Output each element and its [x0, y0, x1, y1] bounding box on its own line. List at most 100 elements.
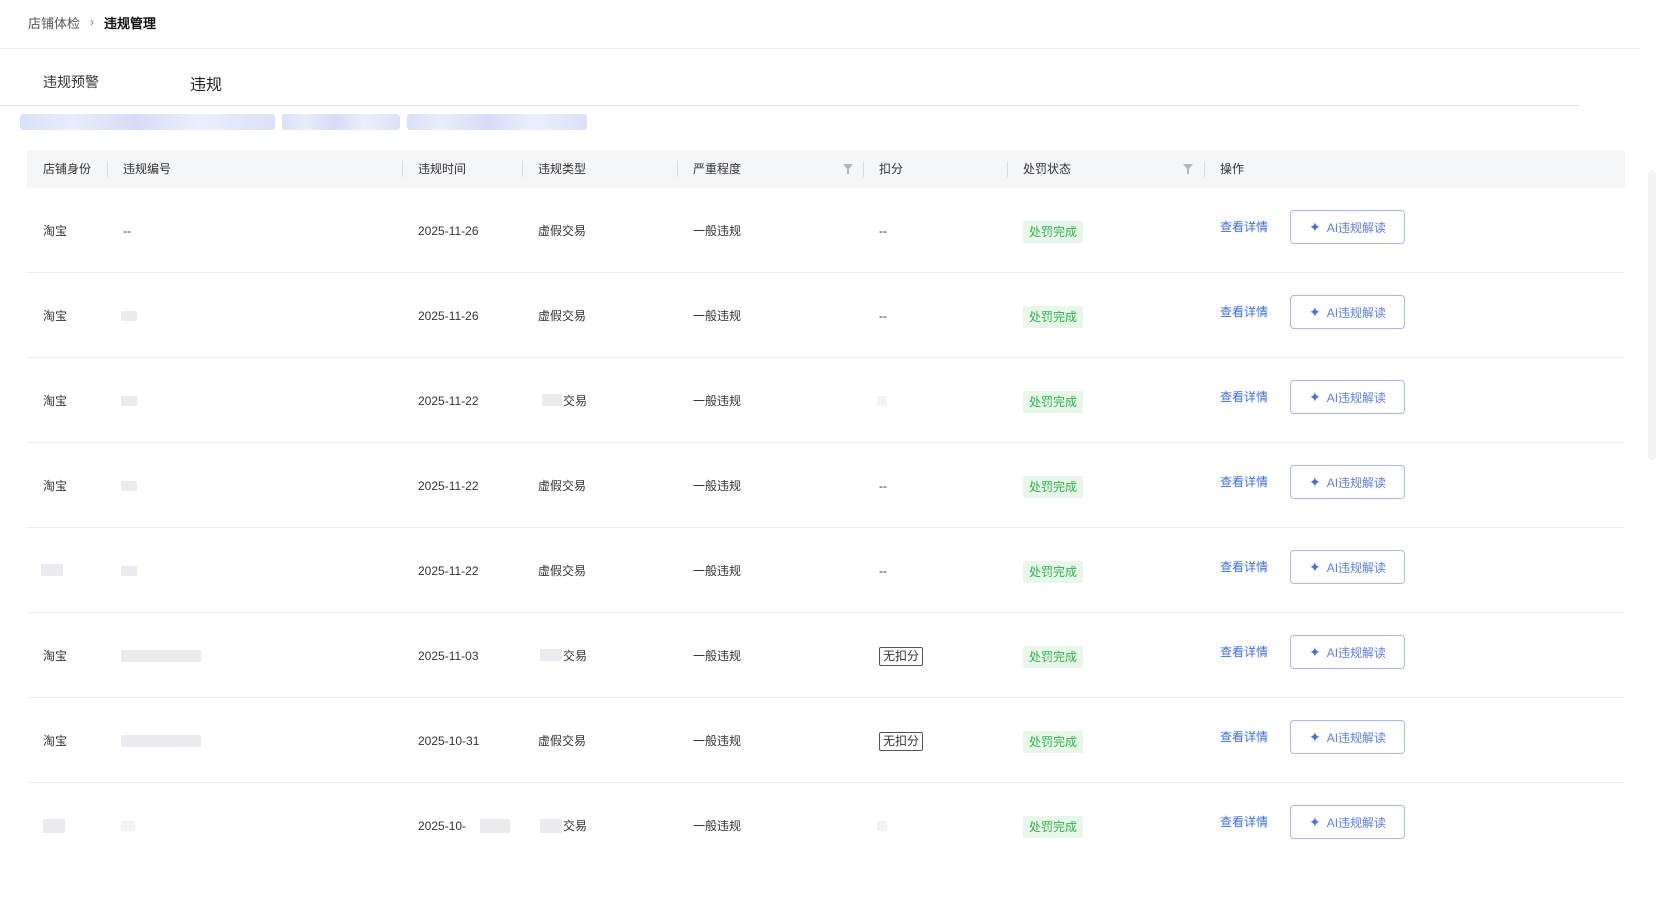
tab-violation-warning[interactable]: 违规预警: [43, 72, 99, 92]
chevron-right-icon: ›: [90, 15, 95, 29]
ai-interpret-button[interactable]: ✦ AI违规解读: [1290, 805, 1405, 839]
cell-type: 虚假交易: [538, 309, 587, 323]
cell-type: 交易: [563, 394, 588, 408]
redacted-info-bar: [20, 114, 275, 130]
ai-interpret-button[interactable]: ✦ AI违规解读: [1290, 295, 1405, 329]
tab-bar: 违规预警 违规: [0, 62, 1580, 106]
redacted-type: [540, 819, 562, 833]
cell-status: 处罚完成: [1023, 561, 1084, 583]
ai-interpret-button[interactable]: ✦ AI违规解读: [1290, 635, 1405, 669]
vertical-scrollbar[interactable]: [1648, 170, 1656, 460]
sparkle-icon: ✦: [1308, 218, 1321, 235]
header-type: 违规类型: [538, 162, 587, 176]
view-detail-link[interactable]: 查看详情: [1220, 472, 1268, 492]
redacted-number: [121, 821, 135, 831]
redacted-info-bar: [282, 114, 400, 130]
cell-time: 2025-10-31: [418, 734, 480, 748]
cell-identity: 淘宝: [43, 224, 68, 238]
view-detail-link[interactable]: 查看详情: [1220, 387, 1268, 407]
view-detail-link[interactable]: 查看详情: [1220, 557, 1268, 577]
cell-number: --: [123, 224, 131, 238]
cell-severity: 一般违规: [693, 649, 742, 663]
redacted-info-bar: [407, 114, 587, 130]
header-action: 操作: [1220, 162, 1245, 176]
ai-interpret-label: AI违规解读: [1326, 730, 1387, 745]
cell-severity: 一般违规: [693, 819, 742, 833]
cell-status: 处罚完成: [1023, 306, 1084, 328]
header-status: 处罚状态: [1023, 162, 1072, 176]
view-detail-link[interactable]: 查看详情: [1220, 302, 1268, 322]
table-row: 淘宝 2025-11-26 虚假交易 一般违规 -- 处罚完成 查看详情 ✦ AI…: [27, 273, 1625, 358]
cell-identity: 淘宝: [43, 734, 68, 748]
no-deduction-badge: 无扣分: [879, 647, 924, 666]
table-row: 淘宝 2025-11-22 虚假交易 一般违规 -- 处罚完成 查看详情 ✦ AI…: [27, 443, 1625, 528]
sparkle-icon: ✦: [1308, 303, 1321, 320]
cell-severity: 一般违规: [693, 479, 742, 493]
view-detail-link[interactable]: 查看详情: [1220, 642, 1268, 662]
table-header: 店铺身份 违规编号 违规时间 违规类型 严重程度 扣分 处罚状态 操作: [27, 150, 1625, 188]
cell-score: --: [879, 224, 887, 238]
status-badge: 处罚完成: [1023, 306, 1084, 328]
column-divider: [863, 161, 864, 177]
redacted-number: [121, 735, 201, 747]
sparkle-icon: ✦: [1308, 813, 1321, 830]
ai-interpret-button[interactable]: ✦ AI违规解读: [1290, 380, 1405, 414]
redacted-number: [121, 396, 137, 406]
ai-interpret-button[interactable]: ✦ AI违规解读: [1290, 720, 1405, 754]
ai-interpret-label: AI违规解读: [1326, 815, 1387, 830]
cell-status: 处罚完成: [1023, 646, 1084, 668]
redacted-number: [121, 566, 137, 576]
header-number: 违规编号: [123, 162, 172, 176]
cell-time: 2025-11-22: [418, 564, 479, 578]
sparkle-icon: ✦: [1308, 643, 1321, 660]
breadcrumb-shop-checkup[interactable]: 店铺体检: [28, 13, 80, 32]
redacted-number: [121, 650, 201, 662]
cell-score: --: [879, 309, 887, 323]
cell-score: --: [879, 479, 887, 493]
status-badge: 处罚完成: [1023, 731, 1084, 753]
ai-interpret-label: AI违规解读: [1326, 305, 1387, 320]
cell-identity: 淘宝: [43, 649, 68, 663]
view-detail-link[interactable]: 查看详情: [1220, 217, 1268, 237]
ai-interpret-button[interactable]: ✦ AI违规解读: [1290, 210, 1405, 244]
column-divider: [1007, 161, 1008, 177]
cell-status: 处罚完成: [1023, 731, 1084, 753]
cell-severity: 一般违规: [693, 224, 742, 238]
redacted-number: [121, 311, 137, 321]
column-divider: [1204, 161, 1205, 177]
cell-score: 无扣分: [879, 731, 924, 751]
column-divider: [522, 161, 523, 177]
table-row: 淘宝 -- 2025-11-26 虚假交易 一般违规 -- 处罚完成 查看详情 …: [27, 188, 1625, 273]
cell-type: 虚假交易: [538, 479, 587, 493]
cell-type: 虚假交易: [538, 224, 587, 238]
view-detail-link[interactable]: 查看详情: [1220, 812, 1268, 832]
cell-score: 无扣分: [879, 646, 924, 666]
filter-icon[interactable]: [842, 163, 854, 175]
ai-interpret-button[interactable]: ✦ AI违规解读: [1290, 550, 1405, 584]
violation-table: 店铺身份 违规编号 违规时间 违规类型 严重程度 扣分 处罚状态 操作 淘宝 -…: [27, 150, 1625, 868]
filter-icon[interactable]: [1182, 163, 1194, 175]
header-time: 违规时间: [418, 162, 467, 176]
cell-type: 虚假交易: [538, 734, 587, 748]
tab-violation[interactable]: 违规: [190, 71, 222, 95]
status-badge: 处罚完成: [1023, 391, 1084, 413]
ai-interpret-button[interactable]: ✦ AI违规解读: [1290, 465, 1405, 499]
cell-status: 处罚完成: [1023, 391, 1084, 413]
sparkle-icon: ✦: [1308, 388, 1321, 405]
ai-interpret-label: AI违规解读: [1326, 645, 1387, 660]
header-score: 扣分: [879, 162, 904, 176]
cell-time: 2025-11-26: [418, 309, 479, 323]
cell-time: 2025-10-: [418, 819, 467, 833]
cell-type: 交易: [563, 649, 588, 663]
redacted-type: [540, 649, 562, 661]
table-row: 2025-10- 交易 一般违规 处罚完成 查看详情 ✦ AI违规解读: [27, 783, 1625, 868]
cell-time: 2025-11-22: [418, 394, 479, 408]
redacted-identity: [41, 564, 63, 576]
ai-interpret-label: AI违规解读: [1326, 560, 1387, 575]
header-identity: 店铺身份: [43, 162, 92, 176]
header-divider: [0, 48, 1640, 49]
cell-type: 交易: [563, 819, 588, 833]
cell-time: 2025-11-22: [418, 479, 479, 493]
view-detail-link[interactable]: 查看详情: [1220, 727, 1268, 747]
cell-score: --: [879, 564, 887, 578]
